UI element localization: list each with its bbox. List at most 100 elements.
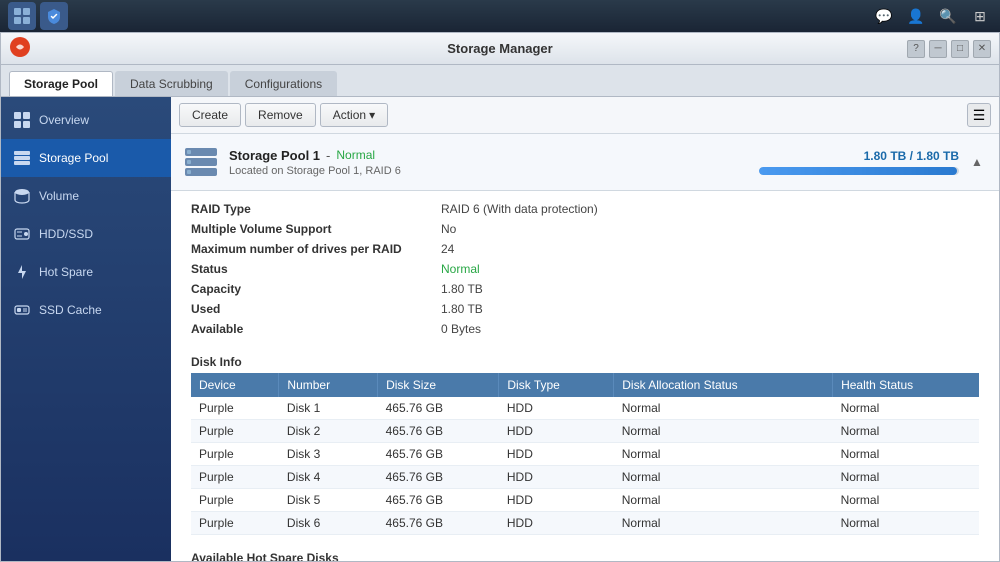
disk-col-device: Device bbox=[191, 373, 279, 397]
hdd-icon bbox=[13, 225, 31, 243]
table-row: Purple Disk 2 465.76 GB HDD Normal Norma… bbox=[191, 420, 979, 443]
content-area: Overview Storage Pool bbox=[1, 97, 999, 561]
menu-icon[interactable]: ⊞ bbox=[968, 4, 992, 28]
help-btn[interactable]: ? bbox=[907, 40, 925, 58]
disk-allocation: Normal bbox=[614, 512, 833, 535]
disk-table: Device Number Disk Size Disk Type Disk A… bbox=[191, 373, 979, 535]
sidebar-label-overview: Overview bbox=[39, 113, 89, 127]
disk-allocation: Normal bbox=[614, 443, 833, 466]
disk-allocation: Normal bbox=[614, 397, 833, 420]
list-view-button[interactable]: ☰ bbox=[967, 103, 991, 127]
dropdown-arrow-icon: ▾ bbox=[369, 108, 375, 122]
tab-storage-pool[interactable]: Storage Pool bbox=[9, 71, 113, 96]
capacity-fill bbox=[759, 167, 957, 175]
pool-name: Storage Pool 1 - Normal bbox=[229, 148, 759, 163]
disk-type: HDD bbox=[499, 397, 614, 420]
disk-col-type: Disk Type bbox=[499, 373, 614, 397]
disk-size: 465.76 GB bbox=[378, 466, 499, 489]
table-row: Purple Disk 5 465.76 GB HDD Normal Norma… bbox=[191, 489, 979, 512]
detail-used: Used 1.80 TB bbox=[191, 299, 979, 319]
disk-number: Disk 3 bbox=[279, 443, 378, 466]
pool-location: Located on Storage Pool 1, RAID 6 bbox=[229, 165, 759, 177]
sidebar-item-hot-spare[interactable]: Hot Spare bbox=[1, 253, 171, 291]
disk-size: 465.76 GB bbox=[378, 397, 499, 420]
search-icon[interactable]: 🔍 bbox=[936, 4, 960, 28]
window-title: Storage Manager bbox=[447, 41, 552, 56]
main-panel: Create Remove Action ▾ ☰ bbox=[171, 97, 999, 561]
hotspare-icon bbox=[13, 263, 31, 281]
disk-device: Purple bbox=[191, 512, 279, 535]
create-button[interactable]: Create bbox=[179, 103, 241, 127]
detail-status: Status Normal bbox=[191, 259, 979, 279]
app-window: Storage Manager ? ─ □ ✕ Storage Pool Dat… bbox=[0, 32, 1000, 562]
disk-device: Purple bbox=[191, 489, 279, 512]
disk-health: Normal bbox=[833, 420, 979, 443]
tab-configurations[interactable]: Configurations bbox=[230, 71, 337, 96]
pool-info: Storage Pool 1 - Normal Located on Stora… bbox=[229, 148, 759, 177]
disk-size: 465.76 GB bbox=[378, 512, 499, 535]
sidebar-item-hdd-ssd[interactable]: HDD/SSD bbox=[1, 215, 171, 253]
sidebar: Overview Storage Pool bbox=[1, 97, 171, 561]
disk-col-health: Health Status bbox=[833, 373, 979, 397]
disk-type: HDD bbox=[499, 466, 614, 489]
pool-header: Storage Pool 1 - Normal Located on Stora… bbox=[171, 134, 999, 191]
disk-allocation: Normal bbox=[614, 420, 833, 443]
disk-size: 465.76 GB bbox=[378, 489, 499, 512]
capacity-bar bbox=[759, 167, 959, 175]
close-btn[interactable]: ✕ bbox=[973, 40, 991, 58]
disk-type: HDD bbox=[499, 512, 614, 535]
message-icon[interactable]: 💬 bbox=[872, 4, 896, 28]
disk-device: Purple bbox=[191, 466, 279, 489]
action-button[interactable]: Action ▾ bbox=[320, 103, 388, 127]
table-row: Purple Disk 3 465.76 GB HDD Normal Norma… bbox=[191, 443, 979, 466]
disk-number: Disk 6 bbox=[279, 512, 378, 535]
toolbar-right: ☰ bbox=[967, 103, 991, 127]
minimize-btn[interactable]: ─ bbox=[929, 40, 947, 58]
disk-allocation: Normal bbox=[614, 466, 833, 489]
sidebar-label-ssd-cache: SSD Cache bbox=[39, 303, 102, 317]
sidebar-item-storage-pool[interactable]: Storage Pool bbox=[1, 139, 171, 177]
disk-health: Normal bbox=[833, 512, 979, 535]
disk-health: Normal bbox=[833, 466, 979, 489]
detail-multi-volume: Multiple Volume Support No bbox=[191, 219, 979, 239]
disk-info-title: Disk Info bbox=[171, 347, 999, 373]
taskbar-icon-shield[interactable] bbox=[40, 2, 68, 30]
disk-type: HDD bbox=[499, 420, 614, 443]
disk-number: Disk 4 bbox=[279, 466, 378, 489]
system-bar: 💬 👤 🔍 ⊞ bbox=[0, 0, 1000, 32]
pool-item-icon bbox=[183, 144, 219, 180]
table-row: Purple Disk 4 465.76 GB HDD Normal Norma… bbox=[191, 466, 979, 489]
sidebar-label-hdd-ssd: HDD/SSD bbox=[39, 227, 93, 241]
disk-size: 465.76 GB bbox=[378, 443, 499, 466]
disk-number: Disk 5 bbox=[279, 489, 378, 512]
collapse-button[interactable]: ▲ bbox=[967, 152, 987, 172]
toolbar: Create Remove Action ▾ ☰ bbox=[171, 97, 999, 134]
capacity-text: 1.80 TB / 1.80 TB bbox=[759, 149, 959, 163]
disk-col-size: Disk Size bbox=[378, 373, 499, 397]
maximize-btn[interactable]: □ bbox=[951, 40, 969, 58]
sidebar-item-volume[interactable]: Volume bbox=[1, 177, 171, 215]
window-controls: ? ─ □ ✕ bbox=[907, 40, 991, 58]
disk-health: Normal bbox=[833, 397, 979, 420]
sidebar-label-hot-spare: Hot Spare bbox=[39, 265, 93, 279]
pool-icon bbox=[13, 149, 31, 167]
taskbar-icon-grid[interactable] bbox=[8, 2, 36, 30]
disk-health: Normal bbox=[833, 489, 979, 512]
disk-type: HDD bbox=[499, 489, 614, 512]
user-icon[interactable]: 👤 bbox=[904, 4, 928, 28]
detail-max-drives: Maximum number of drives per RAID 24 bbox=[191, 239, 979, 259]
disk-device: Purple bbox=[191, 420, 279, 443]
disk-health: Normal bbox=[833, 443, 979, 466]
title-bar: Storage Manager ? ─ □ ✕ bbox=[1, 33, 999, 65]
overview-icon bbox=[13, 111, 31, 129]
detail-raid-type: RAID Type RAID 6 (With data protection) bbox=[191, 199, 979, 219]
disk-device: Purple bbox=[191, 443, 279, 466]
sidebar-item-ssd-cache[interactable]: SSD Cache bbox=[1, 291, 171, 329]
tab-data-scrubbing[interactable]: Data Scrubbing bbox=[115, 71, 228, 96]
system-bar-right: 💬 👤 🔍 ⊞ bbox=[872, 4, 992, 28]
sidebar-label-storage-pool: Storage Pool bbox=[39, 151, 108, 165]
remove-button[interactable]: Remove bbox=[245, 103, 316, 127]
sidebar-item-overview[interactable]: Overview bbox=[1, 101, 171, 139]
disk-allocation: Normal bbox=[614, 489, 833, 512]
detail-capacity: Capacity 1.80 TB bbox=[191, 279, 979, 299]
